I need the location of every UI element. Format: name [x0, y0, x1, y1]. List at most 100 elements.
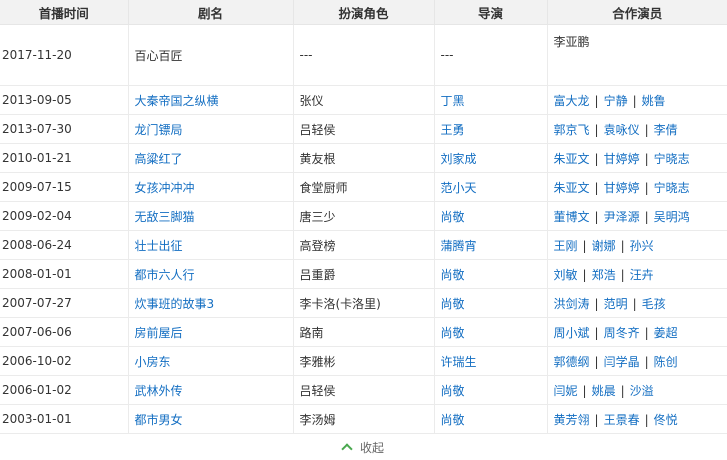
cell-title[interactable]: 女孩冲冲冲: [128, 172, 294, 202]
filmography-table: 首播时间 剧名 扮演角色 导演 合作演员 2017-11-20 百心百匠 --- --…: [0, 0, 727, 434]
costar-link[interactable]: 朱亚文: [554, 152, 590, 166]
cell-role: 黄友根: [293, 143, 435, 173]
cell-title-text[interactable]: 小房东: [135, 355, 171, 369]
costar-link[interactable]: 姚鲁: [642, 94, 666, 108]
separator: |: [582, 267, 587, 282]
cell-role-text: 吕轻侯: [299, 383, 336, 398]
costar-link[interactable]: 富大龙: [554, 94, 590, 108]
cell-director-text[interactable]: 尚敬: [441, 413, 465, 427]
cell-director[interactable]: 尚敬: [434, 288, 548, 318]
cell-director-text[interactable]: 尚敬: [441, 210, 465, 224]
cell-director[interactable]: 范小天: [434, 172, 548, 202]
cell-director[interactable]: 刘家成: [434, 143, 548, 173]
cell-title[interactable]: 高粱红了: [128, 143, 294, 173]
costar-link[interactable]: 李倩: [654, 123, 678, 137]
cell-title-text[interactable]: 炊事班的故事3: [135, 297, 215, 311]
costar-link[interactable]: 周小斌: [554, 326, 590, 340]
costar-link[interactable]: 甘婷婷: [604, 181, 640, 195]
costar-link[interactable]: 董博文: [554, 210, 590, 224]
costar-link[interactable]: 毛孩: [642, 297, 666, 311]
costar-link[interactable]: 姜超: [654, 326, 678, 340]
cell-title[interactable]: 无敌三脚猫: [128, 201, 294, 231]
cell-air-date-text: 2006-01-02: [2, 383, 72, 397]
cell-director[interactable]: 尚敬: [434, 375, 548, 405]
cell-air-date: 2009-07-15: [0, 172, 129, 202]
cell-director[interactable]: 尚敬: [434, 404, 548, 434]
cell-role-text: 李雅彬: [299, 354, 336, 369]
costar-link[interactable]: 宁晓志: [654, 152, 690, 166]
cell-air-date-text: 2010-01-21: [2, 151, 72, 165]
costar-link[interactable]: 刘敏: [554, 268, 578, 282]
cell-title-text[interactable]: 壮士出征: [135, 239, 183, 253]
cell-director[interactable]: 丁黑: [434, 85, 548, 115]
costar-link[interactable]: 姚晨: [592, 384, 616, 398]
cell-director[interactable]: 尚敬: [434, 201, 548, 231]
cell-director-text[interactable]: 王勇: [441, 123, 465, 137]
cell-title-text[interactable]: 都市六人行: [135, 268, 195, 282]
cell-title[interactable]: 都市男女: [128, 404, 294, 434]
cell-director-text[interactable]: 许瑞生: [441, 355, 477, 369]
cell-director-text[interactable]: 丁黑: [441, 94, 465, 108]
cell-costars: 郭京飞 | 袁咏仪 | 李倩: [547, 114, 727, 144]
costar-link[interactable]: 范明: [604, 297, 628, 311]
costar-link[interactable]: 吴明鸿: [654, 210, 690, 224]
cell-director[interactable]: 王勇: [434, 114, 548, 144]
cell-title-text[interactable]: 武林外传: [135, 384, 183, 398]
costar-link[interactable]: 黄芳翎: [554, 413, 590, 427]
cell-title-text[interactable]: 无敌三脚猫: [135, 210, 195, 224]
costar-link[interactable]: 汪卉: [630, 268, 654, 282]
cell-title[interactable]: 龙门镖局: [128, 114, 294, 144]
costar-link[interactable]: 洪剑涛: [554, 297, 590, 311]
cell-title[interactable]: 小房东: [128, 346, 294, 376]
collapse-button[interactable]: 收起: [0, 434, 727, 460]
cell-director-text[interactable]: 刘家成: [441, 152, 477, 166]
cell-title-text[interactable]: 都市男女: [135, 413, 183, 427]
cell-costars: 朱亚文 | 甘婷婷 | 宁晓志: [547, 172, 727, 202]
costar-link[interactable]: 周冬齐: [604, 326, 640, 340]
costar-link[interactable]: 郑浩: [592, 268, 616, 282]
cell-director[interactable]: 许瑞生: [434, 346, 548, 376]
cell-director: ---: [434, 24, 548, 86]
cell-air-date-text: 2008-01-01: [2, 267, 72, 281]
costar-link[interactable]: 郭京飞: [554, 123, 590, 137]
cell-director-text[interactable]: 尚敬: [441, 384, 465, 398]
cell-director[interactable]: 尚敬: [434, 259, 548, 289]
cell-director[interactable]: 尚敬: [434, 317, 548, 347]
cell-director-text[interactable]: 尚敬: [441, 268, 465, 282]
costar-link[interactable]: 孙兴: [630, 239, 654, 253]
cell-director-text[interactable]: 尚敬: [441, 326, 465, 340]
costar-link[interactable]: 佟悦: [654, 413, 678, 427]
separator: |: [644, 209, 649, 224]
cell-title[interactable]: 壮士出征: [128, 230, 294, 260]
cell-title-text[interactable]: 龙门镖局: [135, 123, 183, 137]
cell-title[interactable]: 都市六人行: [128, 259, 294, 289]
separator: |: [594, 296, 599, 311]
costar-link[interactable]: 甘婷婷: [604, 152, 640, 166]
costar-link[interactable]: 尹泽源: [604, 210, 640, 224]
cell-title-text[interactable]: 房前屋后: [135, 326, 183, 340]
cell-title[interactable]: 武林外传: [128, 375, 294, 405]
table-row: 2013-09-05 大秦帝国之纵横 张仪 丁黑 富大龙 | 宁静 | 姚鲁: [0, 85, 727, 115]
costar-link[interactable]: 宁静: [604, 94, 628, 108]
costar-link[interactable]: 朱亚文: [554, 181, 590, 195]
costar-link[interactable]: 沙溢: [630, 384, 654, 398]
costar-link[interactable]: 宁晓志: [654, 181, 690, 195]
cell-title-text[interactable]: 高粱红了: [135, 152, 183, 166]
cell-title[interactable]: 大秦帝国之纵横: [128, 85, 294, 115]
costar-link[interactable]: 王景春: [604, 413, 640, 427]
cell-director-text[interactable]: 蒲腾宵: [441, 239, 477, 253]
costar-link[interactable]: 袁咏仪: [604, 123, 640, 137]
cell-director[interactable]: 蒲腾宵: [434, 230, 548, 260]
cell-title-text[interactable]: 女孩冲冲冲: [135, 181, 195, 195]
costar-link[interactable]: 谢娜: [592, 239, 616, 253]
cell-title[interactable]: 房前屋后: [128, 317, 294, 347]
costar-link[interactable]: 王刚: [554, 239, 578, 253]
cell-title[interactable]: 炊事班的故事3: [128, 288, 294, 318]
costar-link[interactable]: 郭德纲: [554, 355, 590, 369]
costar-link[interactable]: 陈创: [654, 355, 678, 369]
cell-director-text[interactable]: 尚敬: [441, 297, 465, 311]
costar-link[interactable]: 闫学晶: [604, 355, 640, 369]
cell-title-text[interactable]: 大秦帝国之纵横: [135, 94, 219, 108]
cell-director-text[interactable]: 范小天: [441, 181, 477, 195]
costar-link[interactable]: 闫妮: [554, 384, 578, 398]
